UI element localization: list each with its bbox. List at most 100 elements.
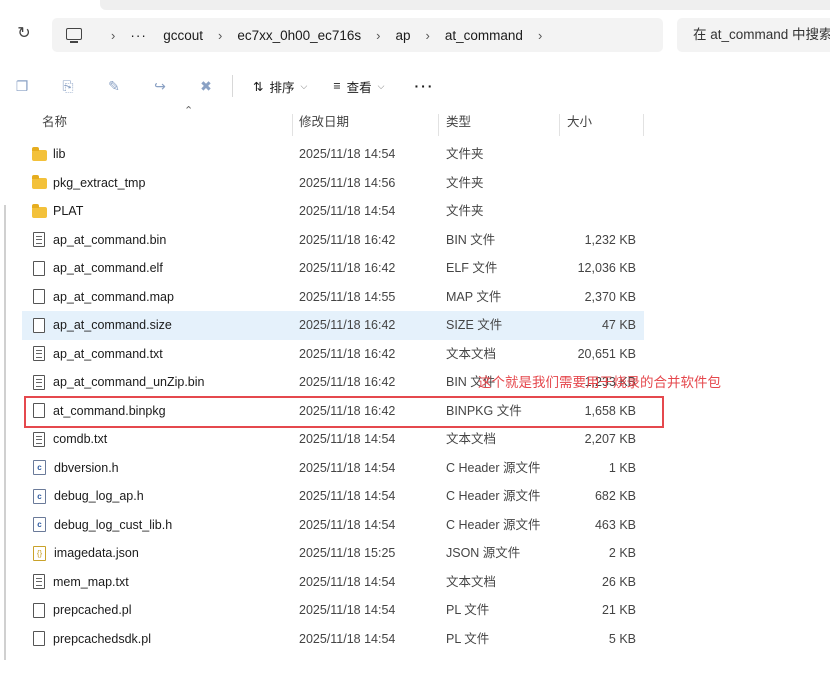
file-date: 2025/11/18 16:42 — [299, 346, 396, 361]
file-type: 文本文档 — [446, 432, 497, 446]
file-row[interactable]: comdb.txt 2025/11/18 14:54 文本文档 2,207 KB — [22, 425, 644, 454]
file-row[interactable]: ap_at_command.map 2025/11/18 14:55 MAP 文件 2… — [22, 283, 644, 312]
file-icon — [33, 631, 45, 647]
breadcrumb-item-gccout[interactable]: gccout — [163, 28, 203, 43]
breadcrumb-overflow[interactable]: ··· — [130, 28, 147, 43]
this-pc-icon[interactable] — [66, 28, 82, 43]
file-date: 2025/11/18 16:42 — [299, 232, 396, 247]
file-size: 2 KB — [608, 546, 636, 560]
file-type: PL 文件 — [446, 603, 490, 617]
delete-icon[interactable]: ✖ — [198, 78, 214, 94]
file-date: 2025/11/18 14:54 — [299, 603, 396, 617]
file-name: PLAT — [53, 204, 84, 218]
refresh-icon[interactable]: ↻ — [14, 24, 34, 44]
file-size — [542, 169, 636, 198]
chevron-right-icon[interactable]: › — [538, 28, 542, 43]
file-row[interactable]: PLAT 2025/11/18 14:54 文件夹 — [22, 197, 644, 226]
text-file-icon — [33, 374, 45, 390]
rename-icon[interactable]: ✎ — [106, 78, 122, 94]
chevron-down-icon: ⌵ — [377, 80, 385, 91]
file-row[interactable]: c debug_log_ap.h 2025/11/18 14:54 C Header … — [22, 482, 644, 511]
file-row[interactable]: ap_at_command.txt 2025/11/18 16:42 文本文档 20,… — [22, 340, 644, 369]
sort-label: 排序 — [269, 80, 295, 95]
copy-icon[interactable]: ❐ — [14, 78, 30, 94]
column-divider[interactable] — [643, 114, 644, 136]
file-size — [542, 197, 636, 226]
file-name: ap_at_command.bin — [53, 232, 167, 247]
file-row[interactable]: mem_map.txt 2025/11/18 14:54 文本文档 26 KB — [22, 568, 644, 597]
file-name-cell: c debug_log_cust_lib.h — [32, 511, 172, 540]
address-bar[interactable]: › ··· › gccout › ec7xx_0h00_ec716s › ap … — [52, 18, 663, 52]
breadcrumb-item-at-command[interactable]: at_command — [445, 28, 523, 43]
file-size: 20,651 KB — [577, 346, 636, 361]
file-size: 2,370 KB — [584, 289, 636, 304]
view-icon: ≡ — [333, 79, 341, 93]
file-size: 5 KB — [608, 631, 636, 646]
file-name-cell: pkg_extract_tmp — [32, 169, 145, 198]
file-size: 47 KB — [601, 318, 636, 332]
chevron-right-icon[interactable]: › — [218, 28, 222, 43]
file-size: 21 KB — [601, 603, 636, 617]
chevron-right-icon[interactable]: › — [111, 28, 115, 43]
file-name: pkg_extract_tmp — [53, 175, 146, 190]
text-file-icon — [33, 431, 45, 447]
column-divider[interactable] — [438, 114, 439, 136]
file-size: 1 KB — [608, 460, 636, 475]
folder-icon — [32, 146, 47, 161]
file-row[interactable]: pkg_extract_tmp 2025/11/18 14:56 文件夹 — [22, 169, 644, 198]
file-name-cell: c debug_log_ap.h — [32, 482, 144, 511]
file-date: 2025/11/18 14:54 — [299, 204, 396, 218]
file-type: 文本文档 — [446, 574, 497, 589]
column-header-type[interactable]: 类型 — [446, 108, 471, 136]
column-header-size[interactable]: 大小 — [567, 108, 592, 136]
breadcrumb-item-ec7xx[interactable]: ec7xx_0h00_ec716s — [237, 28, 361, 43]
file-row[interactable]: prepcached.pl 2025/11/18 14:54 PL 文件 21 KB — [22, 596, 644, 625]
breadcrumb: › ··· › gccout › ec7xx_0h00_ec716s › ap … — [96, 18, 557, 52]
file-name-cell: ap_at_command.txt — [32, 340, 163, 369]
file-name: dbversion.h — [54, 460, 119, 475]
file-name: ap_at_command_unZip.bin — [53, 375, 205, 389]
file-name: prepcached.pl — [53, 603, 132, 617]
file-row[interactable]: prepcachedsdk.pl 2025/11/18 14:54 PL 文件 5 K… — [22, 625, 644, 654]
file-name-cell: ap_at_command.elf — [32, 254, 163, 283]
file-row[interactable]: {} imagedata.json 2025/11/18 15:25 JSON 源文件… — [22, 539, 644, 568]
file-date: 2025/11/18 15:25 — [299, 546, 396, 560]
column-divider[interactable] — [292, 114, 293, 136]
file-date: 2025/11/18 14:55 — [299, 289, 396, 304]
view-button[interactable]: ≡ 查看 ⌵ — [333, 77, 384, 96]
chevron-right-icon[interactable]: › — [376, 28, 380, 43]
file-name: ap_at_command.map — [53, 289, 174, 304]
share-icon[interactable]: ↪ — [152, 78, 168, 94]
file-name-cell: mem_map.txt — [32, 568, 129, 597]
breadcrumb-item-ap[interactable]: ap — [396, 28, 411, 43]
file-name-cell: {} imagedata.json — [32, 539, 139, 568]
column-header-name[interactable]: 名称 — [42, 108, 67, 136]
command-bar: ❐ ⎘ ✎ ↪ ✖ ⇅ 排序 ⌵ ≡ 查看 ⌵ ··· — [0, 68, 830, 104]
file-row[interactable]: lib 2025/11/18 14:54 文件夹 — [22, 140, 644, 169]
sort-button[interactable]: ⇅ 排序 ⌵ — [253, 77, 307, 96]
file-icon — [33, 602, 45, 618]
paste-icon[interactable]: ⎘ — [60, 78, 76, 94]
file-name-cell: ap_at_command_unZip.bin — [32, 368, 205, 397]
file-type: 文件夹 — [446, 175, 484, 190]
file-row[interactable]: c dbversion.h 2025/11/18 14:54 C Header 源文件… — [22, 454, 644, 483]
chevron-down-icon: ⌵ — [300, 80, 308, 91]
folder-icon — [32, 175, 47, 190]
file-type: C Header 源文件 — [446, 489, 541, 503]
column-header-date[interactable]: 修改日期 — [299, 108, 349, 136]
c-header-icon: c — [33, 460, 46, 476]
highlight-box — [24, 396, 664, 428]
c-header-icon: c — [33, 517, 46, 533]
file-row[interactable]: ap_at_command.elf 2025/11/18 16:42 ELF 文件 1… — [22, 254, 644, 283]
file-row[interactable]: c debug_log_cust_lib.h 2025/11/18 14:54 C H… — [22, 511, 644, 540]
file-row[interactable]: ap_at_command.size 2025/11/18 16:42 SIZE 文… — [22, 311, 644, 340]
chevron-right-icon[interactable]: › — [426, 28, 430, 43]
more-options-button[interactable]: ··· — [414, 78, 434, 94]
view-label: 查看 — [346, 80, 372, 95]
file-row[interactable]: ap_at_command.bin 2025/11/18 16:42 BIN 文件 1… — [22, 226, 644, 255]
file-name: debug_log_ap.h — [54, 489, 144, 503]
file-size: 463 KB — [594, 517, 636, 532]
column-divider[interactable] — [559, 114, 560, 136]
search-input[interactable] — [691, 26, 830, 43]
file-icon — [33, 317, 45, 333]
